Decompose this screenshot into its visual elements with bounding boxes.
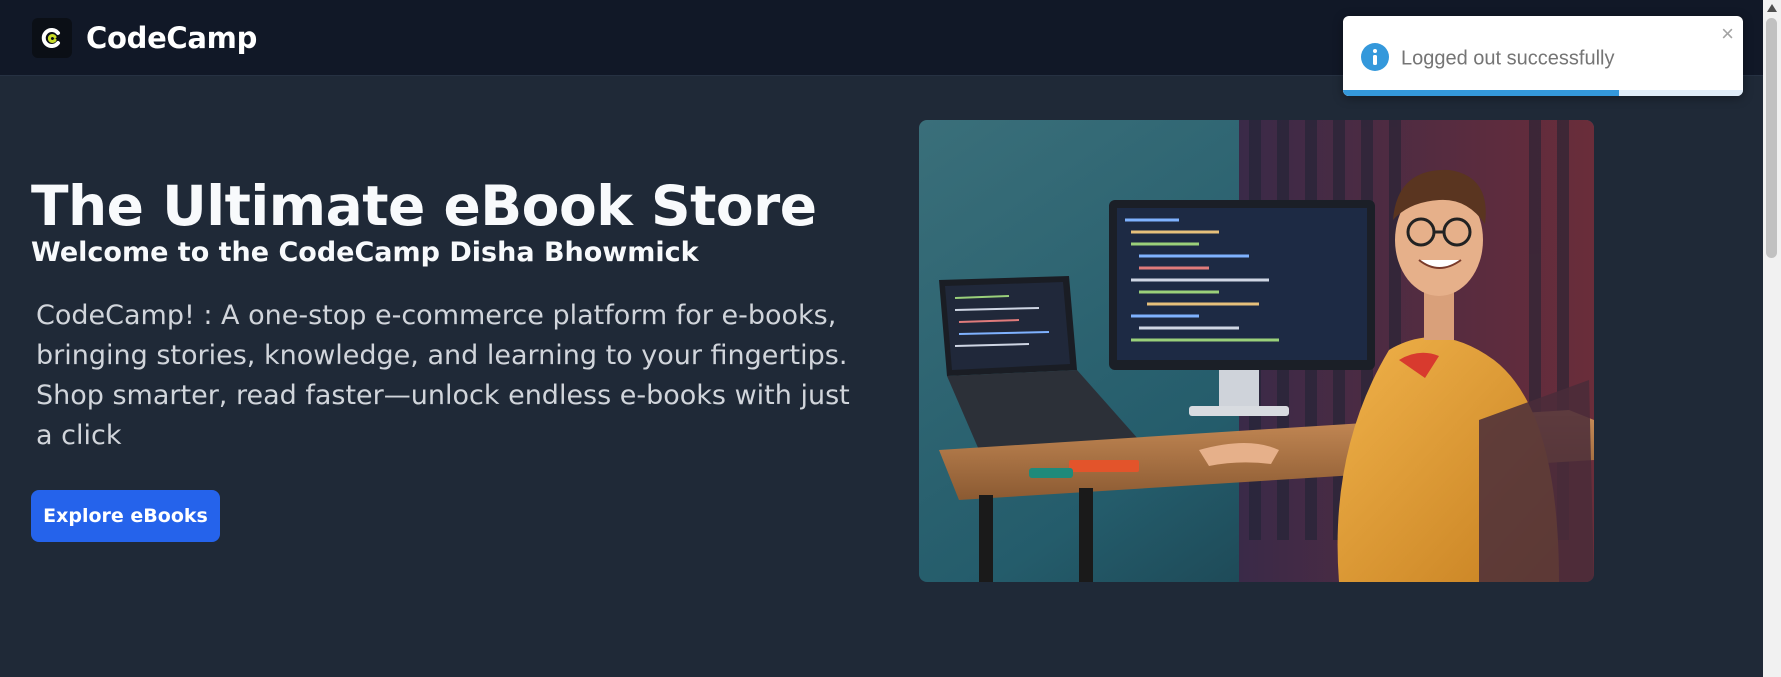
logout-toast: Logged out successfully × [1343, 16, 1743, 96]
codecamp-logo-icon[interactable] [32, 17, 72, 58]
hero-description: CodeCamp! : A one-stop e-commerce platfo… [36, 300, 850, 451]
close-icon[interactable]: × [1721, 23, 1734, 45]
page-scrollbar[interactable] [1763, 0, 1781, 677]
hero-title: The Ultimate eBook Store [31, 174, 817, 238]
hero-photo [919, 120, 1594, 582]
toast-progress-track [1343, 90, 1743, 96]
scrollbar-thumb[interactable] [1766, 18, 1777, 258]
info-icon [1361, 43, 1389, 71]
toast-message: Logged out successfully [1401, 47, 1615, 70]
explore-ebooks-button[interactable]: Explore eBooks [31, 490, 220, 542]
scroll-up-arrow-icon[interactable] [1763, 0, 1781, 16]
hero-text: The Ultimate eBook Store Welcome to the … [31, 170, 871, 456]
brand-name[interactable]: CodeCamp [86, 21, 257, 55]
toast-progress-bar [1343, 90, 1619, 96]
